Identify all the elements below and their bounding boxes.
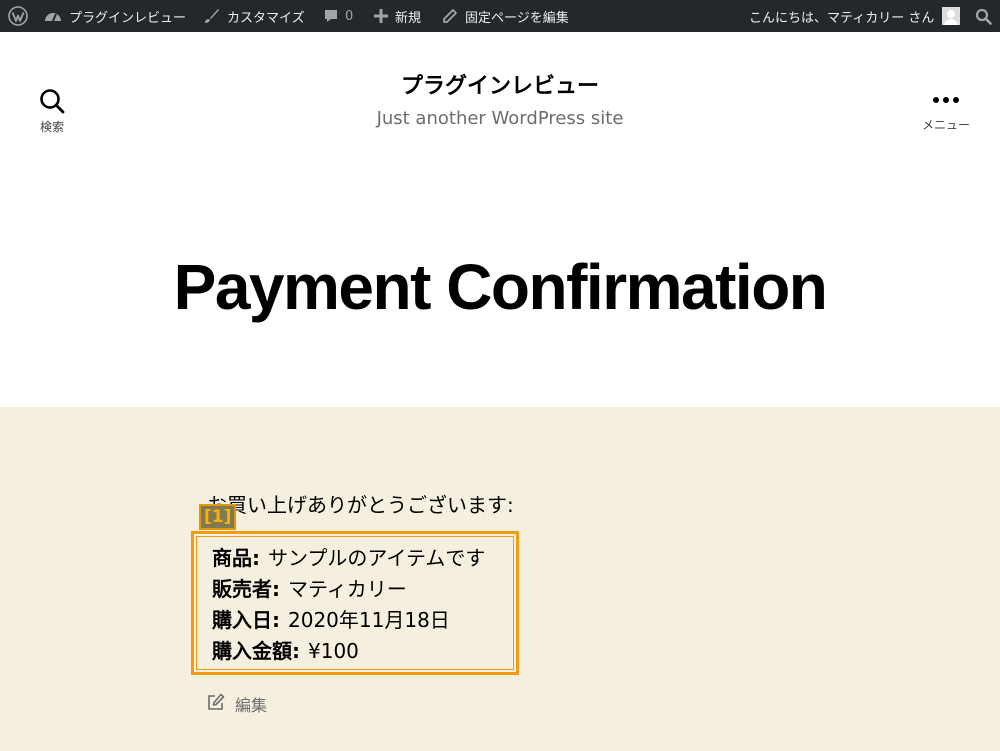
search-icon <box>975 8 992 25</box>
detail-row-seller: 販売者: マティカリー <box>212 573 407 602</box>
comments-count: 0 <box>345 8 354 24</box>
detail-label: 購入金額: <box>212 639 300 663</box>
menu-toggle-label: メニュー <box>921 118 970 132</box>
detail-value: 2020年11月18日 <box>288 608 450 632</box>
detail-label: 販売者: <box>212 577 280 601</box>
detail-row-amount: 購入金額: ¥100 <box>212 635 359 664</box>
menu-toggle-button[interactable]: メニュー <box>912 88 980 133</box>
detail-row-item: 商品: サンプルのアイテムです <box>212 542 485 571</box>
detail-value: マティカリー <box>288 577 407 601</box>
admin-bar: プラグインレビュー カスタマイズ 0 新規 固定ページを編集 こんにちは、マティ… <box>0 0 1000 32</box>
greeting-label: こんにちは、マティカリー さん <box>749 10 935 26</box>
purchase-details-box: 商品: サンプルのアイテムです 販売者: マティカリー 購入日: 2020年11月18… <box>191 531 519 675</box>
detail-label: 購入日: <box>212 608 280 632</box>
brush-icon <box>204 8 220 24</box>
admin-bar-search[interactable] <box>975 0 992 32</box>
page-content: お買い上げありがとうございます: 商品: サンプルのアイテムです 販売者: マティカ… <box>0 407 1000 751</box>
admin-bar-customize[interactable]: カスタマイズ <box>204 0 305 32</box>
admin-bar-account[interactable]: こんにちは、マティカリー さん <box>749 0 961 32</box>
dashboard-icon <box>44 8 62 24</box>
detail-value: サンプルのアイテムです <box>268 546 486 570</box>
site-title[interactable]: プラグインレビュー <box>0 68 1000 100</box>
site-name-label: プラグインレビュー <box>69 10 187 26</box>
edit-page-label: 固定ページを編集 <box>465 10 569 26</box>
admin-bar-edit-page[interactable]: 固定ページを編集 <box>442 0 569 32</box>
edit-label: 編集 <box>235 696 268 715</box>
pencil-icon <box>442 8 458 24</box>
wordpress-logo-icon[interactable] <box>8 0 28 32</box>
site-description: Just another WordPress site <box>376 108 624 129</box>
admin-bar-site-name[interactable]: プラグインレビュー <box>44 0 186 32</box>
new-label: 新規 <box>395 10 422 26</box>
customize-label: カスタマイズ <box>227 10 305 26</box>
edit-link[interactable]: 編集 <box>207 692 267 716</box>
thanks-message: お買い上げありがとうございます: <box>207 493 514 517</box>
more-dots-icon <box>912 88 980 112</box>
avatar <box>942 7 961 25</box>
edit-icon <box>207 693 235 715</box>
comment-icon <box>323 8 339 24</box>
admin-bar-new[interactable]: 新規 <box>374 0 421 32</box>
detail-value: ¥100 <box>308 639 359 663</box>
page-title: Payment Confirmation <box>173 251 828 323</box>
detail-label: 商品: <box>212 546 260 570</box>
detail-row-date: 購入日: 2020年11月18日 <box>212 604 450 633</box>
annotation-marker: [1] <box>199 504 237 530</box>
admin-bar-comments[interactable]: 0 <box>323 0 353 32</box>
plus-icon <box>374 9 388 23</box>
